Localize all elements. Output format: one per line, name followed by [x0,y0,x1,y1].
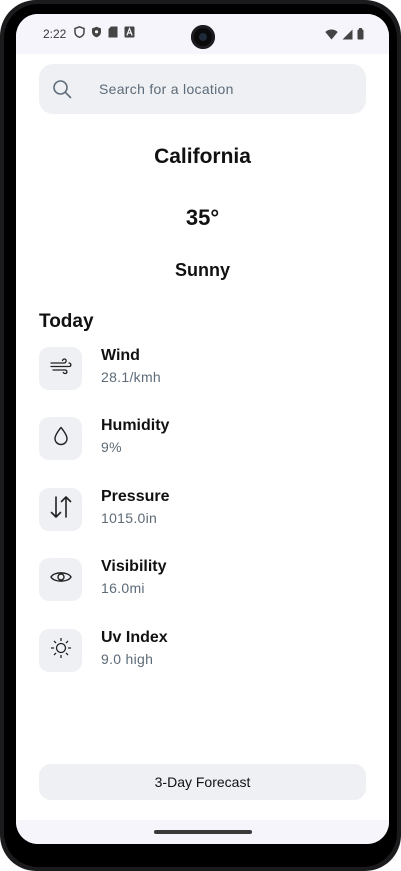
status-system-icons [325,27,364,45]
wind-icon [49,357,72,380]
metric-icon-box [39,629,82,672]
status-bar: 2:22 [16,14,389,54]
search-input[interactable] [99,64,349,114]
battery-icon [357,27,364,45]
metric-visibility: Visibility 16.0mi [39,558,369,602]
sun-icon [50,637,72,664]
metric-label: Uv Index [101,629,168,646]
home-indicator[interactable] [154,830,252,834]
droplet-icon [53,426,69,451]
shield-filled-icon [91,26,102,38]
metric-icon-box [39,558,82,601]
metric-value: 28.1/kmh [101,369,161,385]
metric-icon-box [39,417,82,460]
metric-icon-box [39,347,82,390]
metric-value: 9% [101,439,122,455]
status-notification-icons [74,26,135,38]
today-heading: Today [39,311,94,332]
search-icon[interactable] [52,79,72,104]
location-name: California [154,145,251,168]
up-down-arrows-icon [50,495,72,524]
metric-uv-index: Uv Index 9.0 high [39,629,369,673]
metric-value: 1015.0in [101,510,158,526]
wifi-icon [325,27,338,45]
device-frame: 2:22 Search for a location California 35… [0,0,401,871]
temperature: 35° [185,205,220,230]
font-a-icon [124,26,135,38]
metric-humidity: Humidity 9% [39,417,369,461]
shield-outline-icon [74,26,85,38]
metric-wind: Wind 28.1/kmh [39,347,369,391]
metric-value: 16.0mi [101,580,145,596]
metric-label: Pressure [101,488,170,505]
metric-pressure: Pressure 1015.0in [39,488,369,532]
metric-icon-box [39,488,82,531]
weather-condition: Sunny [174,260,230,280]
search-bar[interactable] [39,64,366,114]
sd-card-icon [108,26,118,38]
status-time: 2:22 [43,27,67,41]
front-camera [191,25,215,49]
metric-label: Visibility [101,558,167,575]
three-day-forecast-button[interactable]: 3-Day Forecast [39,764,366,800]
eye-icon [49,570,72,589]
app-screen: 2:22 Search for a location California 35… [16,14,389,844]
metric-value: 9.0 high [101,651,154,667]
cell-signal-icon [342,27,353,45]
metric-label: Humidity [101,417,170,434]
navigation-bar [16,820,389,844]
metric-label: Wind [101,347,140,364]
